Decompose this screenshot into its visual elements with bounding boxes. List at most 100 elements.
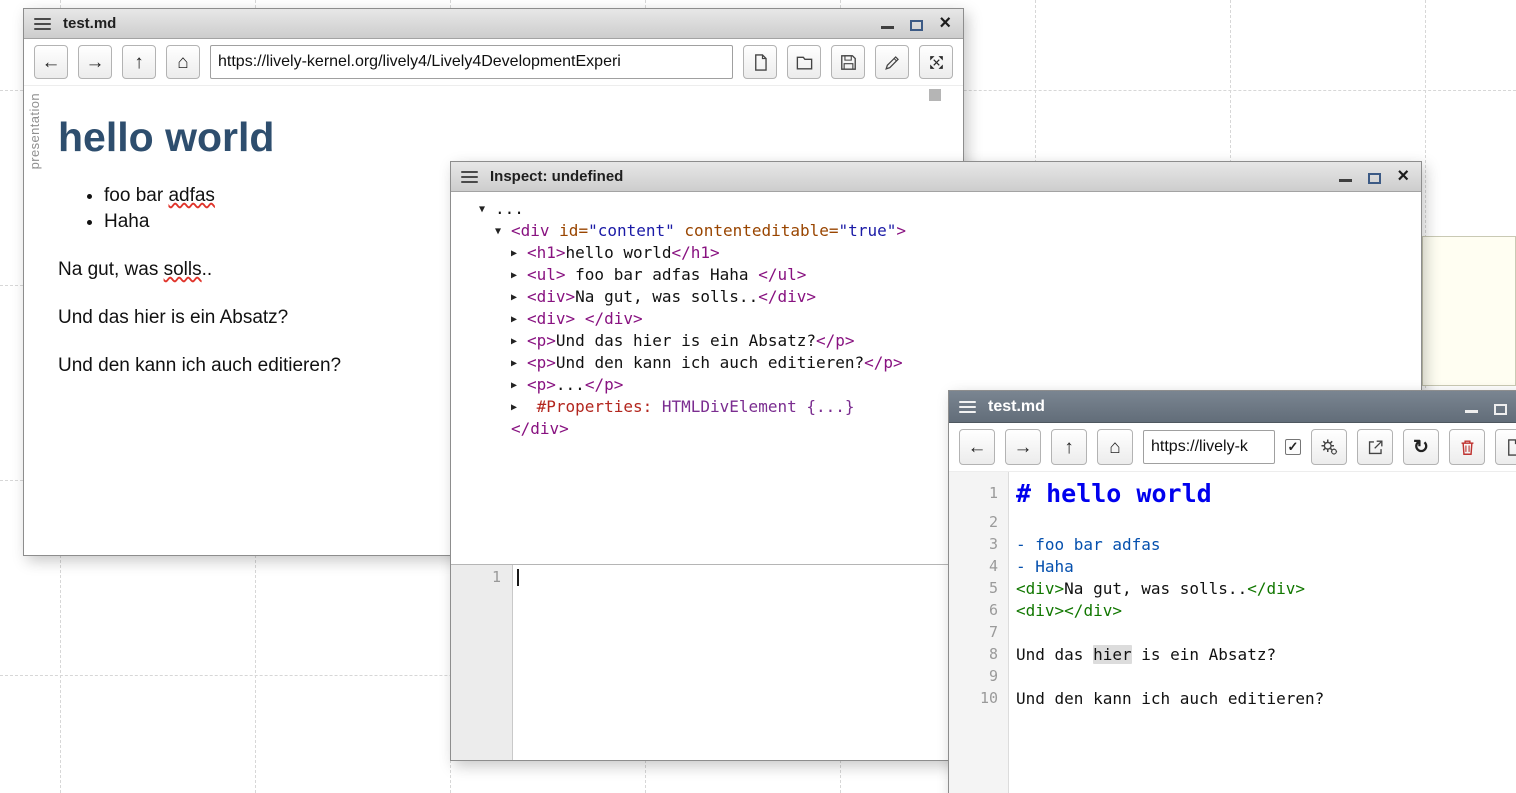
minimize-icon[interactable]: [881, 26, 894, 29]
menu-icon[interactable]: [34, 18, 51, 30]
url-input[interactable]: [1143, 430, 1275, 464]
line-number: 2: [949, 513, 1009, 531]
expand-triangle-icon[interactable]: ▶: [511, 265, 527, 287]
editor-line[interactable]: 4- Haha: [949, 555, 1516, 577]
inspector-node[interactable]: ▶<ul> foo bar adfas Haha </ul>: [451, 264, 1421, 286]
expand-triangle-icon[interactable]: ▶: [511, 331, 527, 353]
editor-line[interactable]: 7: [949, 621, 1516, 643]
code-line: <div>Na gut, was solls..</div>: [1009, 579, 1305, 598]
partial-window-fragment[interactable]: [1422, 236, 1516, 386]
expand-triangle-icon[interactable]: ▶: [511, 309, 527, 331]
inspector-node[interactable]: ▼<div id="content" contenteditable="true…: [451, 220, 1421, 242]
menu-icon[interactable]: [959, 401, 976, 413]
editor-line[interactable]: 5<div>Na gut, was solls..</div>: [949, 577, 1516, 599]
auto-update-checkbox[interactable]: ✓: [1285, 439, 1301, 455]
syntax-heading: # hello world: [1016, 479, 1212, 508]
forward-button[interactable]: →: [78, 45, 112, 79]
code-line: Und das hier is ein Absatz?: [1009, 645, 1276, 664]
line-number: 3: [949, 535, 1009, 553]
maximize-icon[interactable]: [1368, 173, 1381, 184]
close-icon[interactable]: ×: [1397, 166, 1409, 186]
syntax-list: - Haha: [1016, 557, 1074, 576]
paragraph-text: ..: [202, 259, 213, 280]
forward-arrow-icon: →: [86, 53, 105, 72]
collapse-triangle-icon[interactable]: ▼: [495, 221, 511, 243]
syntax-plain: is ein Absatz?: [1132, 645, 1277, 664]
markdown-editor-lines: 1# hello world23- foo bar adfas4- Haha5<…: [949, 475, 1516, 709]
text-cursor: [517, 569, 519, 586]
url-input[interactable]: [210, 45, 733, 79]
expand-triangle-icon[interactable]: ▶: [511, 353, 527, 375]
file-icon: [751, 53, 770, 72]
markdown-editor[interactable]: 1# hello world23- foo bar adfas4- Haha5<…: [949, 472, 1516, 793]
expand-triangle-icon[interactable]: ▶: [511, 397, 527, 419]
up-arrow-icon: ↑: [1064, 438, 1074, 457]
new-file-button[interactable]: [743, 45, 777, 79]
close-icon[interactable]: ×: [939, 13, 951, 33]
home-button[interactable]: ⌂: [1097, 429, 1133, 465]
syntax-plain: Und den kann ich auch editieren?: [1016, 689, 1324, 708]
syntax-val: "true": [839, 221, 897, 240]
preview-heading[interactable]: hello world: [58, 114, 923, 161]
back-button[interactable]: ←: [959, 429, 995, 465]
editor-line[interactable]: 6<div></div>: [949, 599, 1516, 621]
titlebar[interactable]: Inspect: undefined ×: [451, 162, 1421, 192]
new-file-button[interactable]: [1495, 429, 1516, 465]
syntax-tag: <div: [511, 221, 550, 240]
open-external-button[interactable]: [1357, 429, 1393, 465]
inspector-node[interactable]: ▶<div>Na gut, was solls..</div>: [451, 286, 1421, 308]
editor-line[interactable]: 8Und das hier is ein Absatz?: [949, 643, 1516, 665]
reload-button[interactable]: ↻: [1403, 429, 1439, 465]
delete-button[interactable]: [1449, 429, 1485, 465]
titlebar[interactable]: test.md ×: [949, 391, 1516, 423]
browse-folder-button[interactable]: [787, 45, 821, 79]
presentation-tab[interactable]: presentation: [27, 93, 42, 169]
editor-line[interactable]: 10Und den kann ich auch editieren?: [949, 687, 1516, 709]
syntax-plain: Na gut, was solls..: [1064, 579, 1247, 598]
editor-line[interactable]: 2: [949, 511, 1516, 533]
editor-line[interactable]: 9: [949, 665, 1516, 687]
inspector-node[interactable]: ▶<p>Und den kann ich auch editieren?</p>: [451, 352, 1421, 374]
window-controls: ×: [1465, 391, 1516, 422]
syntax-plain: Und den kann ich auch editieren?: [556, 353, 864, 372]
line-number: 5: [949, 579, 1009, 597]
maximize-icon[interactable]: [1494, 404, 1507, 415]
expand-triangle-icon[interactable]: ▶: [511, 287, 527, 309]
home-icon: ⌂: [177, 53, 188, 72]
home-button[interactable]: ⌂: [166, 45, 200, 79]
line-number: 9: [949, 667, 1009, 685]
up-button[interactable]: ↑: [122, 45, 156, 79]
settings-button[interactable]: [1311, 429, 1347, 465]
gear-icon: [1319, 437, 1339, 457]
editor-line[interactable]: 3- foo bar adfas: [949, 533, 1516, 555]
syntax-plain: hello world: [566, 243, 672, 262]
scrollbar-thumb[interactable]: [929, 89, 941, 101]
menu-icon[interactable]: [461, 171, 478, 183]
maximize-icon[interactable]: [910, 20, 923, 31]
forward-button[interactable]: →: [1005, 429, 1041, 465]
inspector-node[interactable]: ▶<h1>hello world</h1>: [451, 242, 1421, 264]
home-icon: ⌂: [1109, 438, 1120, 457]
edit-button[interactable]: [875, 45, 909, 79]
syntax-tag: <p>: [527, 353, 556, 372]
minimize-icon[interactable]: [1465, 410, 1478, 413]
titlebar[interactable]: test.md ×: [24, 9, 963, 39]
editor-line[interactable]: 1# hello world: [949, 475, 1516, 511]
inspector-node[interactable]: ▶<div> </div>: [451, 308, 1421, 330]
inspector-node[interactable]: ▶<p>Und das hier is ein Absatz?</p>: [451, 330, 1421, 352]
syntax-plain: ...: [495, 199, 524, 218]
inspector-node[interactable]: ▼...: [451, 198, 1421, 220]
expand-triangle-icon[interactable]: ▶: [511, 243, 527, 265]
back-button[interactable]: ←: [34, 45, 68, 79]
syntax-tag: <h1>: [527, 243, 566, 262]
collapse-triangle-icon[interactable]: ▼: [479, 199, 495, 221]
code-line: <div></div>: [1009, 601, 1122, 620]
expand-button[interactable]: [919, 45, 953, 79]
trash-icon: [1458, 438, 1477, 457]
minimize-icon[interactable]: [1339, 179, 1352, 182]
expand-triangle-icon[interactable]: ▶: [511, 375, 527, 397]
syntax-tag: <p>: [527, 331, 556, 350]
save-button[interactable]: [831, 45, 865, 79]
paragraph-text: Na gut, was: [58, 259, 164, 280]
up-button[interactable]: ↑: [1051, 429, 1087, 465]
